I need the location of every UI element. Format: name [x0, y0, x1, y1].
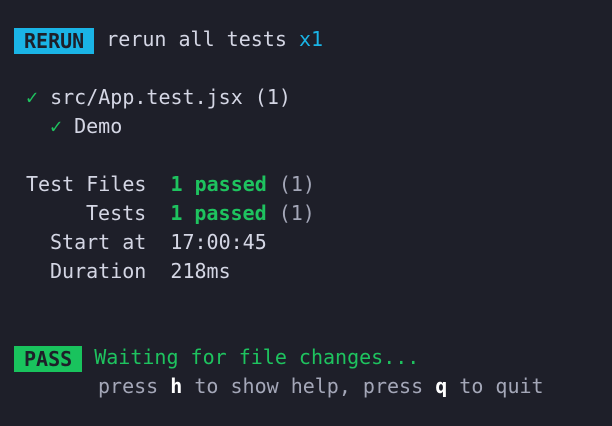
duration-value: 218ms — [170, 259, 231, 283]
test-files-label: Test Files — [26, 172, 147, 196]
tests-count: (1) — [278, 201, 315, 225]
help-suffix: to quit — [459, 374, 544, 398]
check-icon: ✓ — [26, 85, 39, 109]
help-key: h — [170, 374, 183, 398]
pass-badge: PASS — [14, 345, 83, 372]
help-middle: to show help, press — [194, 374, 424, 398]
file-test-count: (1) — [254, 85, 291, 109]
test-files-value: 1 passed — [170, 172, 267, 196]
summary-start-at: Start at 17:00:45 — [50, 228, 267, 257]
help-hint-row: press h to show help, press q to quit — [98, 372, 544, 401]
tests-value: 1 passed — [170, 201, 267, 225]
test-name: Demo — [74, 114, 123, 138]
test-result-row: ✓ Demo — [50, 112, 122, 141]
summary-duration: Duration 218ms — [50, 257, 231, 286]
tests-label: Tests — [86, 201, 147, 225]
pass-status-row: PASS Waiting for file changes... — [14, 343, 419, 372]
summary-test-files: Test Files 1 passed (1) — [26, 170, 315, 199]
rerun-header: RERUN rerun all tests x1 — [14, 25, 323, 54]
help-prefix: press — [98, 374, 159, 398]
watch-status: Waiting for file changes... — [94, 345, 420, 369]
summary-tests: Tests 1 passed (1) — [86, 199, 315, 228]
start-value: 17:00:45 — [170, 230, 267, 254]
rerun-message: rerun all tests — [106, 27, 287, 51]
check-icon: ✓ — [50, 114, 63, 138]
test-files-count: (1) — [278, 172, 316, 196]
quit-key: q — [435, 374, 448, 398]
rerun-count: x1 — [298, 27, 324, 51]
file-result-row: ✓ src/App.test.jsx (1) — [26, 83, 291, 112]
duration-label: Duration — [50, 259, 147, 283]
rerun-badge: RERUN — [14, 27, 95, 54]
terminal-output: RERUN rerun all tests x1 ✓ src/App.test.… — [0, 0, 612, 426]
file-path: src/App.test.jsx — [50, 85, 243, 109]
start-label: Start at — [50, 230, 147, 254]
